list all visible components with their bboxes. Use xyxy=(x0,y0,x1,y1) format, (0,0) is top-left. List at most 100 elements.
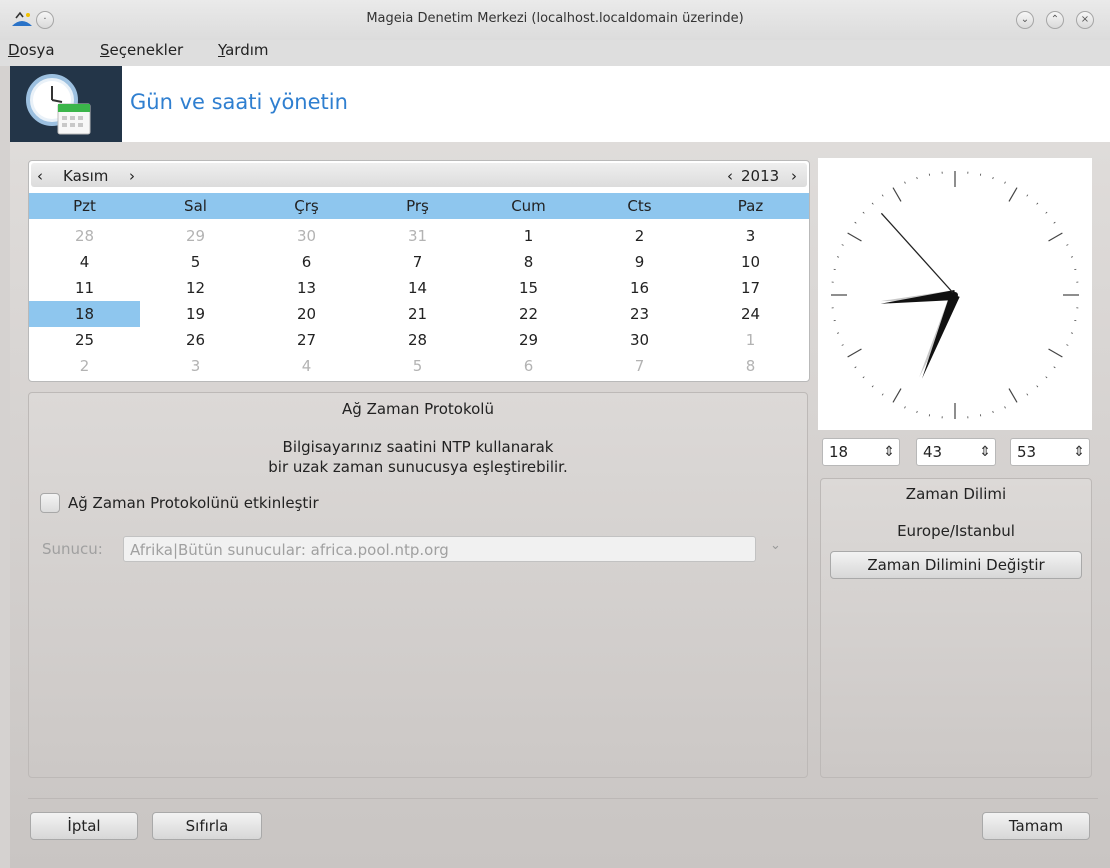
calendar-day[interactable]: 1 xyxy=(695,327,806,353)
next-month-button[interactable]: › xyxy=(129,167,135,185)
calendar-day[interactable]: 31 xyxy=(362,223,473,249)
calendar-day[interactable]: 13 xyxy=(251,275,362,301)
ntp-enable-label[interactable]: Ağ Zaman Protokolünü etkinleştir xyxy=(68,494,319,512)
minute-tick xyxy=(854,366,857,369)
calendar-day[interactable]: 26 xyxy=(140,327,251,353)
calendar-day[interactable]: 14 xyxy=(362,275,473,301)
calendar-day[interactable]: 5 xyxy=(362,353,473,379)
calendar-day[interactable]: 6 xyxy=(473,353,584,379)
spin-arrows-icon[interactable]: ⇕ xyxy=(1073,439,1085,465)
calendar-day[interactable]: 23 xyxy=(584,301,695,327)
minute-tick xyxy=(841,344,844,346)
minute-tick xyxy=(1053,366,1056,369)
hour-tick xyxy=(847,348,862,358)
maximize-icon[interactable]: ⌃ xyxy=(1046,11,1064,29)
calendar-day[interactable]: 1 xyxy=(473,223,584,249)
calendar-day[interactable]: 3 xyxy=(140,353,251,379)
minute-tick xyxy=(1026,194,1029,197)
calendar-day[interactable]: 5 xyxy=(140,249,251,275)
calendar-day[interactable]: 29 xyxy=(140,223,251,249)
minute-tick xyxy=(916,176,918,180)
calendar-day[interactable]: 7 xyxy=(584,353,695,379)
calendar-day[interactable]: 29 xyxy=(473,327,584,353)
hour-value: 18 xyxy=(829,443,849,461)
ntp-description-line1: Bilgisayarınız saatini NTP kullanarak xyxy=(282,438,554,456)
reset-button[interactable]: Sıfırla xyxy=(152,812,262,840)
calendar-day[interactable]: 17 xyxy=(695,275,806,301)
calendar-day-selected[interactable]: 18 xyxy=(29,301,140,327)
calendar-day[interactable]: 6 xyxy=(251,249,362,275)
weekday-header-cell: Sal xyxy=(184,197,207,215)
calendar-day[interactable]: 25 xyxy=(29,327,140,353)
calendar-day[interactable]: 2 xyxy=(29,353,140,379)
minute-spinbox[interactable]: 43 ⇕ xyxy=(916,438,996,466)
minute-tick xyxy=(1004,181,1006,184)
weekday-header-cell: Çrş xyxy=(294,197,319,215)
calendar-day[interactable]: 4 xyxy=(29,249,140,275)
menu-dosya-label: osya xyxy=(19,41,55,59)
month-label[interactable]: Kasım xyxy=(63,167,108,185)
spin-arrows-icon[interactable]: ⇕ xyxy=(979,439,991,465)
clock-calendar-icon xyxy=(24,72,96,138)
clock-face xyxy=(831,171,1079,419)
chevron-down-icon[interactable]: ⌄ xyxy=(770,538,781,553)
minute-tick xyxy=(871,385,874,388)
spin-arrows-icon[interactable]: ⇕ xyxy=(883,439,895,465)
ok-button[interactable]: Tamam xyxy=(982,812,1090,840)
close-icon[interactable]: × xyxy=(1076,11,1094,29)
ntp-group-title: Ağ Zaman Protokolü xyxy=(342,400,494,418)
calendar-day[interactable]: 2 xyxy=(584,223,695,249)
prev-month-button[interactable]: ‹ xyxy=(37,167,43,185)
calendar-day[interactable]: 11 xyxy=(29,275,140,301)
calendar-day[interactable]: 9 xyxy=(584,249,695,275)
calendar-day[interactable]: 3 xyxy=(695,223,806,249)
calendar-day[interactable]: 30 xyxy=(251,223,362,249)
hour-spinbox[interactable]: 18 ⇕ xyxy=(822,438,900,466)
year-label[interactable]: 2013 xyxy=(741,167,779,185)
calendar-day[interactable]: 8 xyxy=(695,353,806,379)
minute-tick xyxy=(1066,244,1069,246)
menu-dosya[interactable]: Dosya xyxy=(8,41,55,59)
menu-secenekler[interactable]: Seçenekler xyxy=(100,41,183,59)
calendar-day[interactable]: 19 xyxy=(140,301,251,327)
calendar-day[interactable]: 12 xyxy=(140,275,251,301)
calendar-day[interactable]: 28 xyxy=(362,327,473,353)
timezone-title: Zaman Dilimi xyxy=(905,485,1007,503)
second-value: 53 xyxy=(1017,443,1037,461)
calendar-day[interactable]: 27 xyxy=(251,327,362,353)
calendar-day[interactable]: 15 xyxy=(473,275,584,301)
menu-yardim[interactable]: Yardım xyxy=(218,41,269,59)
calendar-day[interactable]: 8 xyxy=(473,249,584,275)
minute-tick xyxy=(1070,332,1074,334)
ntp-enable-checkbox[interactable] xyxy=(40,493,60,513)
minimize-icon[interactable]: ⌄ xyxy=(1016,11,1034,29)
calendar-grid: 28 29 30 31 1 2 3 4 5 6 7 8 9 10 11 12 13 14 15 16 17 18 19 20 2… xyxy=(29,223,809,379)
calendar-day[interactable]: 16 xyxy=(584,275,695,301)
cancel-button[interactable]: İptal xyxy=(30,812,138,840)
calendar-day[interactable]: 30 xyxy=(584,327,695,353)
hour-tick xyxy=(847,232,862,242)
minute-tick xyxy=(992,176,994,180)
calendar-day[interactable]: 24 xyxy=(695,301,806,327)
weekday-header-cell: Prş xyxy=(406,197,429,215)
calendar-day[interactable]: 21 xyxy=(362,301,473,327)
calendar-day[interactable]: 28 xyxy=(29,223,140,249)
calendar-day[interactable]: 10 xyxy=(695,249,806,275)
next-year-button[interactable]: › xyxy=(791,167,797,185)
minute-tick xyxy=(862,376,865,379)
prev-year-button[interactable]: ‹ xyxy=(727,167,733,185)
calendar-day[interactable]: 7 xyxy=(362,249,473,275)
calendar-navigation: ‹ Kasım › ‹ 2013 › xyxy=(31,163,807,187)
calendar-day[interactable]: 20 xyxy=(251,301,362,327)
calendar-day[interactable]: 4 xyxy=(251,353,362,379)
clock-center xyxy=(952,292,958,298)
weekday-header-cell: Cum xyxy=(511,197,546,215)
minute-tick xyxy=(916,410,918,414)
second-spinbox[interactable]: 53 ⇕ xyxy=(1010,438,1090,466)
ntp-description-line2: bir uzak zaman sunucusya eşleştirebilir. xyxy=(268,458,568,476)
separator xyxy=(28,798,1098,799)
calendar-day[interactable]: 22 xyxy=(473,301,584,327)
menu-secenekler-label: eçenekler xyxy=(109,41,184,59)
change-timezone-button[interactable]: Zaman Dilimini Değiştir xyxy=(830,551,1082,579)
server-combobox[interactable]: Afrika|Bütün sunucular: africa.pool.ntp.… xyxy=(123,536,756,562)
